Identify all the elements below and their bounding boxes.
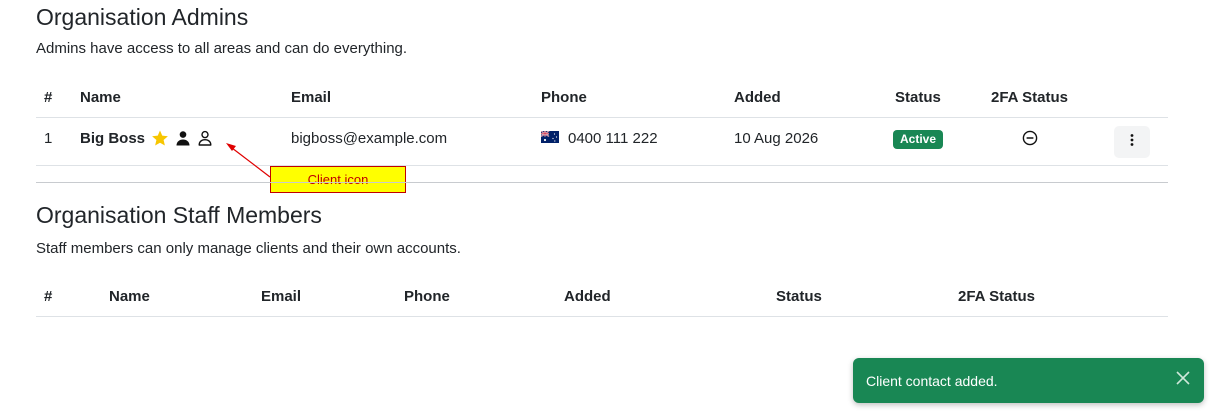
- staff-description: Staff members can only manage clients an…: [36, 240, 461, 257]
- close-icon: [1175, 370, 1191, 391]
- annotation-callout: Client icon: [270, 166, 406, 193]
- toast-message: Client contact added.: [866, 372, 998, 389]
- staff-col-status: Status: [776, 288, 822, 305]
- toast-notification: Client contact added.: [853, 358, 1204, 403]
- staff-col-name: Name: [109, 288, 150, 305]
- staff-col-phone: Phone: [404, 288, 450, 305]
- staff-title: Organisation Staff Members: [36, 202, 322, 228]
- toast-close-button[interactable]: [1172, 370, 1194, 392]
- staff-col-index: #: [44, 288, 53, 305]
- staff-col-email: Email: [261, 288, 302, 305]
- staff-col-added: Added: [564, 288, 611, 305]
- staff-header-divider: [36, 316, 1168, 317]
- staff-col-2fa-status: 2FA Status: [958, 288, 1035, 305]
- section-divider: [36, 182, 1168, 183]
